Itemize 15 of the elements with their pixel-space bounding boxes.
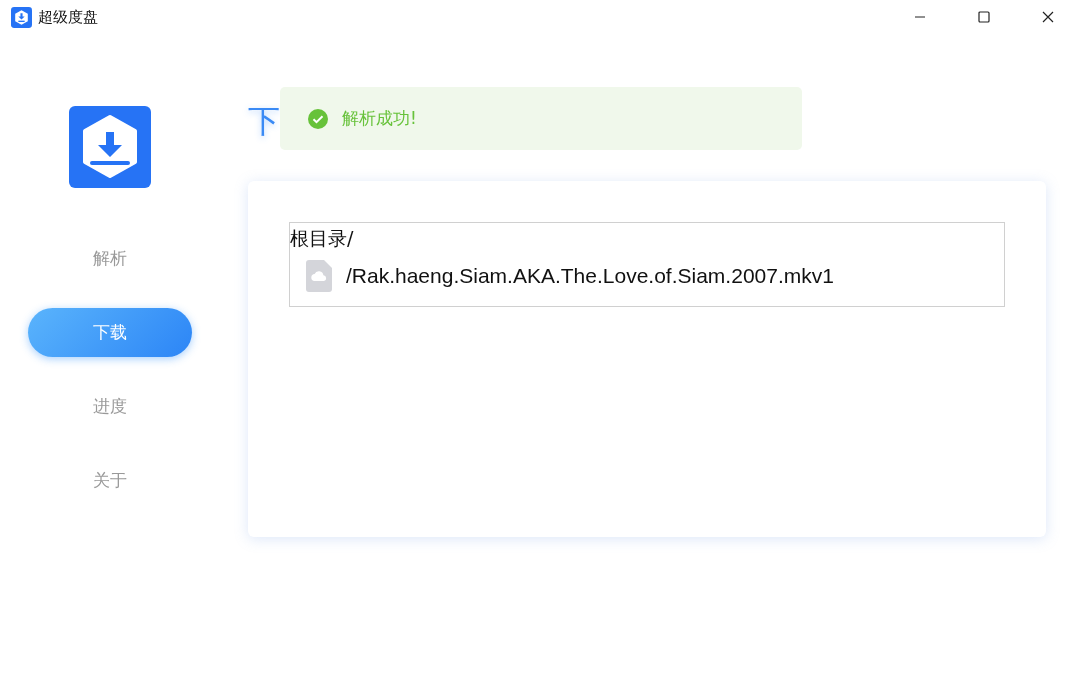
nav-item[interactable]: 下载	[28, 308, 192, 357]
toast-message: 解析成功!	[342, 107, 417, 130]
nav-item[interactable]: 关于	[28, 456, 192, 505]
app-logo-icon	[11, 6, 32, 28]
nav-item[interactable]: 解析	[28, 234, 192, 283]
check-circle-icon	[308, 108, 328, 129]
folder-name[interactable]: 根目录/	[290, 226, 354, 252]
file-name[interactable]: /Rak.haeng.Siam.AKA.The.Love.of.Siam.2007.mkv1	[346, 264, 834, 288]
cloud-file-icon	[306, 260, 332, 292]
window-title: 超级度盘	[38, 7, 98, 27]
nav-item[interactable]: 进度	[28, 382, 192, 431]
maximize-icon	[978, 11, 990, 23]
close-icon	[1042, 11, 1054, 23]
page-heading: 下	[248, 101, 281, 141]
app-logo-icon	[69, 106, 151, 188]
